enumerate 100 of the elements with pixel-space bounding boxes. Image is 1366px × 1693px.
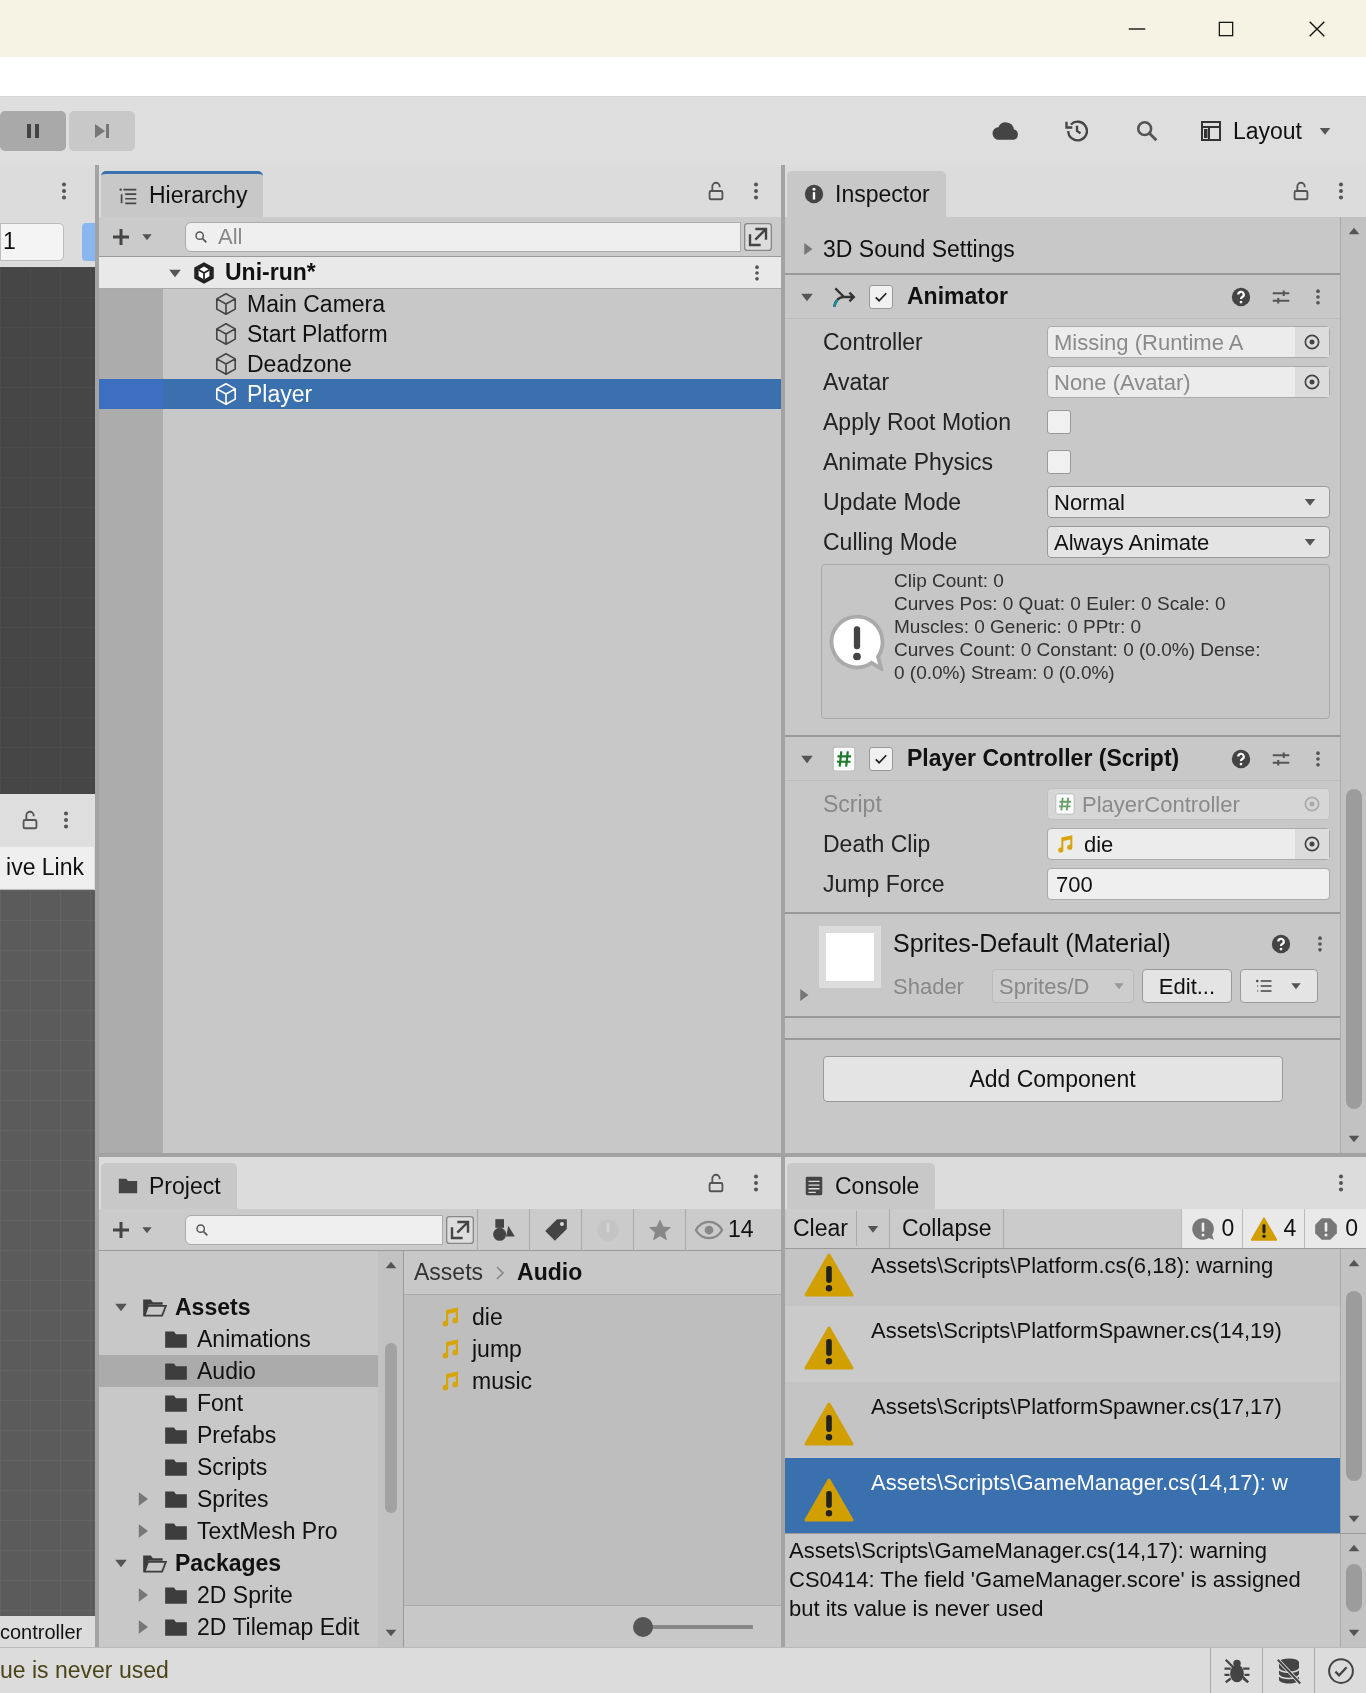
scrollbar-thumb[interactable] [1345,1564,1362,1612]
search-field[interactable]: All [185,221,741,252]
console-entry[interactable]: Assets\Scripts\Platform.cs(6,18): warning [785,1249,1340,1306]
zoom-slider[interactable] [633,1616,753,1637]
object-picker-icon[interactable] [1302,332,1322,352]
search-field[interactable] [185,1214,443,1245]
console-entry[interactable]: Assets\Scripts\GameManager.cs(14,17): w [785,1458,1340,1533]
foldout-header[interactable]: 3D Sound Settings [785,225,1340,275]
cube-icon [213,351,239,377]
info-line: Clip Count: 0 [894,569,1005,592]
info-line: Muscles: 0 Generic: 0 PPtr: 0 [894,615,1143,638]
add-component-button[interactable]: Add Component [822,1056,1283,1102]
info-icon [803,183,825,205]
cube-icon [191,259,217,286]
field-label: Apply Root Motion [823,407,1012,437]
breadcrumb-item[interactable]: Assets [414,1255,484,1290]
object-field[interactable]: die [1047,828,1330,860]
field-label: Culling Mode [823,527,959,557]
scene-name: Uni-run* [225,258,317,288]
shapes-icon[interactable] [490,1216,517,1243]
scrollbar-thumb[interactable] [1345,789,1362,1109]
warning-icon [803,1476,855,1524]
field-label: Animate Physics [823,447,994,477]
step-button[interactable] [69,111,135,151]
check-circle-icon[interactable] [1325,1655,1356,1686]
folder-item[interactable]: 2D Tilemap Edit [99,1611,378,1643]
visibility-toggle[interactable]: 14 [685,1208,754,1251]
hierarchy-item[interactable]: Deadzone [99,349,781,379]
pause-button[interactable] [0,111,66,151]
expand-icon[interactable] [443,1213,477,1246]
scrollbar-thumb[interactable] [1345,1291,1362,1481]
message-filter[interactable]: 0 [1180,1209,1243,1248]
panel-tab[interactable]: Inspector [787,171,946,217]
warning-icon [1251,1215,1278,1242]
material-preview [819,926,881,988]
cube-icon [213,291,239,317]
panel-tab[interactable]: Console [787,1163,936,1209]
field-label: Shader [893,972,964,1001]
asset-item[interactable]: jump [404,1333,781,1365]
asset-item[interactable]: die [404,1301,781,1333]
enable-checkbox[interactable] [869,746,893,771]
folder-item[interactable]: Prefabs [99,1419,378,1451]
folder-item[interactable]: Sprites [99,1483,378,1515]
help-icon[interactable] [1230,747,1252,770]
enable-checkbox[interactable] [869,284,893,309]
layout-icon [1198,119,1223,143]
hierarchy-item[interactable]: Start Platform [99,319,781,349]
console-icon [803,1175,825,1197]
collapse-button[interactable]: Collapse [889,1209,1005,1248]
folder-item[interactable]: Packages [99,1547,378,1579]
help-icon[interactable] [1270,933,1292,955]
scrollbar-thumb[interactable] [384,1343,397,1513]
field-label: Avatar [823,367,891,397]
error-filter[interactable]: 0 [1304,1209,1366,1248]
panel-tab[interactable]: Project [101,1163,237,1209]
folder-item[interactable]: Scripts [99,1451,378,1483]
number-field[interactable]: 1 [0,222,64,261]
folder-item[interactable]: Font [99,1387,378,1419]
error-icon [1313,1215,1340,1242]
warning-icon [803,1324,855,1372]
cube-icon [213,381,239,407]
help-icon[interactable] [1230,285,1252,308]
warning-filter[interactable]: 4 [1242,1209,1305,1248]
field-label: Jump Force [823,869,946,899]
folder-item[interactable]: 2D Sprite [99,1579,378,1611]
object-picker-icon[interactable] [1302,834,1322,854]
hierarchy-item[interactable]: Player [99,379,781,409]
panel-tab[interactable]: Hierarchy [101,171,264,217]
folder-item[interactable]: Audio [99,1355,378,1387]
live-link-button[interactable]: ive Link [0,846,94,890]
info-line: Curves Pos: 0 Quat: 0 Euler: 0 Scale: 0 [894,592,1227,615]
hierarchy-item[interactable]: Main Camera [99,289,781,319]
asset-item[interactable]: music [404,1365,781,1397]
checkbox[interactable] [1047,410,1071,434]
info-line: Curves Count: 0 Constant: 0 (0.0%) Dense: [894,638,1261,661]
dropdown[interactable]: Always Animate [1047,526,1330,558]
slider-thumb[interactable] [633,1616,653,1637]
field-label: Update Mode [823,487,963,517]
toggle-button[interactable] [82,222,95,261]
folder-item[interactable]: Assets [99,1291,378,1323]
component-title: Player Controller (Script) [907,744,1181,774]
edit-button[interactable]: Edit... [1141,969,1232,1003]
material-title: Sprites-Default (Material) [893,928,1172,960]
scene-row[interactable]: Uni-run* [99,257,781,289]
object-picker-icon[interactable] [1302,372,1322,392]
clear-button[interactable]: Clear [785,1211,857,1246]
field-label: Controller [823,327,924,357]
cube-icon [213,321,239,347]
info-line: 0 (0.0%) Stream: 0 (0.0%) [894,661,1116,684]
breadcrumb-item[interactable]: Audio [517,1255,583,1290]
script-icon [1054,793,1076,815]
layout-dropdown[interactable]: Layout [1196,111,1336,151]
expand-icon[interactable] [741,220,775,253]
folder-item[interactable]: Animations [99,1323,378,1355]
dropdown[interactable]: Normal [1047,486,1330,518]
options-dropdown[interactable] [1239,969,1318,1003]
number-field[interactable]: 700 [1047,868,1330,900]
checkbox[interactable] [1047,450,1071,474]
folder-item[interactable]: TextMesh Pro [99,1515,378,1547]
console-entry[interactable]: Assets\Scripts\PlatformSpawner.cs(17,17) [785,1382,1340,1458]
